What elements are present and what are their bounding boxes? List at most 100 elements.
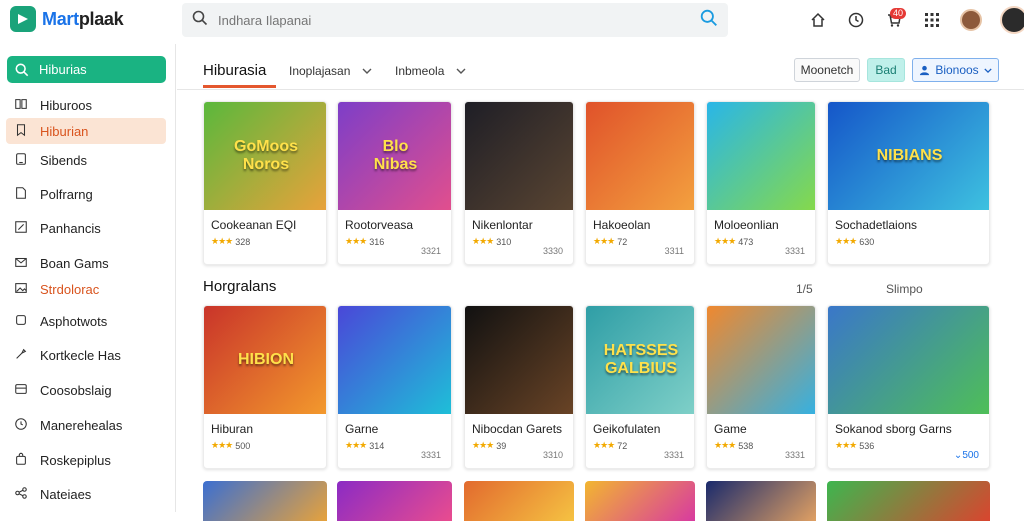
- rating-count: 316: [369, 236, 385, 247]
- game-card[interactable]: Sokanod sborg Garns ★★★ 536 ⌄500: [827, 305, 990, 469]
- filter-dropdown-2[interactable]: Inbmeola: [395, 64, 466, 78]
- section-see-all-link[interactable]: Slimpo: [886, 282, 923, 296]
- game-thumbnail[interactable]: [465, 102, 573, 210]
- search-input[interactable]: [218, 12, 700, 28]
- game-thumbnail[interactable]: [465, 306, 573, 414]
- search-submit-icon[interactable]: [700, 9, 718, 32]
- grid-icon[interactable]: [922, 10, 942, 30]
- star-icon: ★★★: [835, 236, 857, 246]
- tab-active[interactable]: Hiburasia: [203, 62, 266, 79]
- game-title: Nibocdan Garets: [472, 422, 563, 436]
- share-icon: [14, 486, 28, 503]
- game-rating: ★★★ 316: [345, 236, 384, 247]
- avatar[interactable]: [960, 9, 982, 31]
- star-icon: ★★★: [714, 440, 736, 450]
- sidebar: Hiburias Hiburoos Hiburian Sibends Polfrarn…: [0, 44, 176, 512]
- sidebar-item[interactable]: Sibends: [6, 147, 166, 173]
- game-card[interactable]: NIBIANS Sochadetlaions ★★★ 630: [827, 101, 990, 265]
- sidebar-item[interactable]: Asphotwots: [6, 308, 166, 334]
- game-thumbnail[interactable]: [707, 306, 815, 414]
- sidebar-item[interactable]: Roskepiplus: [6, 447, 166, 473]
- cart-badge: 40: [890, 8, 907, 19]
- game-title: Garne: [345, 422, 379, 436]
- user-dropdown-button[interactable]: Bionoos: [912, 58, 999, 82]
- rating-count: 314: [369, 440, 385, 451]
- rating-count: 72: [617, 440, 628, 451]
- game-card[interactable]: Game ★★★ 538 3331: [706, 305, 816, 469]
- cart-icon[interactable]: 40: [884, 8, 907, 30]
- game-rating: ★★★ 328: [211, 236, 250, 247]
- game-card[interactable]: Moloeonlian ★★★ 473 3331: [706, 101, 816, 265]
- game-thumbnail[interactable]: HATSSES GALBIUS: [586, 306, 694, 414]
- game-card-partial[interactable]: [337, 481, 452, 521]
- sidebar-item-label: Kortkecle Has: [40, 347, 121, 363]
- sidebar-item[interactable]: Polfrarng: [6, 181, 166, 207]
- game-thumbnail[interactable]: [828, 306, 989, 414]
- game-card[interactable]: Hakoeolan ★★★ 72 3311: [585, 101, 695, 265]
- document-icon: [14, 186, 28, 203]
- thumbnail-art-text: Blo Nibas: [373, 138, 418, 173]
- game-card-partial[interactable]: [585, 481, 695, 521]
- game-thumbnail[interactable]: Blo Nibas: [338, 102, 451, 210]
- thumbnail-art-text: HATSSES GALBIUS: [603, 342, 679, 377]
- game-rating: ★★★ 538: [714, 440, 753, 451]
- chevron-down-icon: [456, 68, 466, 74]
- sidebar-item-label: Polfrarng: [40, 186, 93, 202]
- game-card-partial[interactable]: [464, 481, 574, 521]
- sidebar-item[interactable]: Strdolorac: [6, 276, 166, 302]
- button-label: Moonetch: [800, 63, 854, 77]
- chevron-down-icon: [362, 68, 372, 74]
- bad-button[interactable]: Bad: [867, 58, 905, 82]
- rating-count: 538: [738, 440, 754, 451]
- game-thumbnail[interactable]: HIBION: [204, 306, 326, 414]
- game-card-partial[interactable]: [203, 481, 327, 521]
- game-thumbnail[interactable]: [586, 102, 694, 210]
- monetize-button[interactable]: Moonetch: [794, 58, 860, 82]
- search-bar[interactable]: [182, 3, 728, 37]
- game-card[interactable]: Garne ★★★ 314 3331: [337, 305, 452, 469]
- rating-count: 630: [859, 236, 875, 247]
- game-price: 3331: [664, 450, 684, 460]
- box-icon: [14, 313, 28, 330]
- game-title: Sokanod sborg Garns: [835, 422, 952, 436]
- sidebar-search-button[interactable]: Hiburias: [7, 56, 166, 83]
- sidebar-item[interactable]: Manerehealas: [6, 412, 166, 438]
- game-card[interactable]: Nikenlontar ★★★ 310 3330: [464, 101, 574, 265]
- sidebar-item[interactable]: Coosobslaig: [6, 377, 166, 403]
- home-icon[interactable]: [808, 10, 828, 30]
- game-card-partial[interactable]: [706, 481, 816, 521]
- filter-dropdown-1[interactable]: Inoplajasan: [289, 64, 372, 78]
- app-logo[interactable]: Martplaak: [10, 6, 124, 32]
- sidebar-item-label: Nateiaes: [40, 486, 92, 502]
- bookmark-icon: [14, 123, 28, 140]
- game-card[interactable]: Blo Nibas Rootorveasa ★★★ 316 3321: [337, 101, 452, 265]
- section-pager[interactable]: 1/5: [796, 282, 813, 296]
- sidebar-item[interactable]: Hiburian: [6, 118, 166, 144]
- clock-icon: [14, 417, 28, 434]
- game-card[interactable]: HIBION Hiburan ★★★ 500: [203, 305, 327, 469]
- tool-icon: [14, 347, 28, 364]
- sidebar-item[interactable]: Hiburoos: [6, 92, 166, 118]
- game-card[interactable]: GoMoos Noros Cookeanan EQI ★★★ 328: [203, 101, 327, 265]
- price-value: 3310: [542, 450, 563, 460]
- sidebar-item[interactable]: Boan Gams: [6, 250, 166, 276]
- game-thumbnail[interactable]: [338, 306, 451, 414]
- sidebar-item[interactable]: Kortkecle Has: [6, 342, 166, 368]
- game-title: Hiburan: [211, 422, 254, 436]
- price-value: 3331: [784, 246, 805, 256]
- game-price: ⌄500: [954, 450, 979, 461]
- game-thumbnail[interactable]: NIBIANS: [828, 102, 989, 210]
- sidebar-item[interactable]: Nateiaes: [6, 481, 166, 507]
- game-card-partial[interactable]: [827, 481, 990, 521]
- clock-icon[interactable]: [846, 10, 866, 30]
- star-icon: ★★★: [472, 236, 494, 246]
- game-thumbnail[interactable]: GoMoos Noros: [204, 102, 326, 210]
- game-thumbnail[interactable]: [707, 102, 815, 210]
- game-card[interactable]: Nibocdan Garets ★★★ 39 3310: [464, 305, 574, 469]
- game-card[interactable]: HATSSES GALBIUS Geikofulaten ★★★ 72 3331: [585, 305, 695, 469]
- sidebar-item[interactable]: Panhancis: [6, 215, 166, 241]
- rating-count: 500: [235, 440, 251, 451]
- game-rating: ★★★ 473: [714, 236, 753, 247]
- search-icon: [15, 63, 29, 76]
- profile-avatar[interactable]: [1000, 6, 1024, 34]
